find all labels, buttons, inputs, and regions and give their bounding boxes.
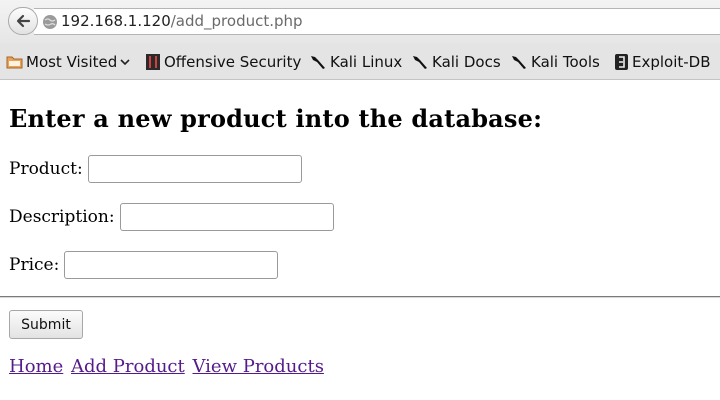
bookmark-offensive-security[interactable]: Offensive Security <box>145 52 301 72</box>
url-text: 192.168.1.120/add_product.php <box>61 12 303 30</box>
home-link[interactable]: Home <box>9 356 63 377</box>
url-host: 192.168.1.120 <box>61 12 171 30</box>
exploit-db-icon <box>615 54 628 70</box>
add-product-link[interactable]: Add Product <box>71 356 185 377</box>
bookmark-label: Kali Tools <box>531 53 600 71</box>
kali-dragon-icon <box>311 56 325 69</box>
back-button[interactable] <box>8 7 38 35</box>
url-bar[interactable]: 192.168.1.120/add_product.php <box>34 8 720 35</box>
bookmark-label: Offensive Security <box>164 53 302 71</box>
bookmark-kali-docs[interactable]: Kali Docs <box>411 52 501 72</box>
offsec-icon <box>146 54 160 70</box>
globe-icon <box>43 15 57 29</box>
product-row: Product: <box>9 155 302 183</box>
bookmark-label: Kali Linux <box>330 53 403 71</box>
bookmark-kali-linux[interactable]: Kali Linux <box>309 52 402 72</box>
folder-icon <box>6 56 23 69</box>
page-title: Enter a new product into the database: <box>9 104 543 133</box>
chevron-down-icon <box>120 59 130 66</box>
bookmark-kali-tools[interactable]: Kali Tools <box>510 52 600 72</box>
kali-dragon-icon <box>512 56 526 69</box>
bookmark-label: Most Visited <box>26 53 118 71</box>
description-label: Description: <box>9 207 115 227</box>
bookmark-exploit-db[interactable]: Exploit-DB <box>614 52 711 72</box>
bookmark-label: Kali Docs <box>432 53 501 71</box>
bookmarks-toolbar: Most Visited Offensive Security Kali Lin… <box>0 44 720 80</box>
description-input[interactable] <box>119 203 334 231</box>
product-label: Product: <box>9 159 83 179</box>
bookmark-label: Exploit-DB <box>632 53 711 71</box>
price-label: Price: <box>9 255 60 275</box>
product-input[interactable] <box>87 155 302 183</box>
price-input[interactable] <box>64 251 279 279</box>
submit-button[interactable]: Submit <box>9 310 83 339</box>
divider <box>0 296 720 298</box>
url-path: /add_product.php <box>170 12 303 30</box>
description-row: Description: <box>9 203 334 231</box>
kali-dragon-icon <box>413 56 427 69</box>
footer-nav: Home Add Product View Products <box>9 356 326 377</box>
price-row: Price: <box>9 251 279 279</box>
bookmark-most-visited[interactable]: Most Visited <box>6 52 133 72</box>
view-products-link[interactable]: View Products <box>192 356 323 377</box>
navigation-toolbar: 192.168.1.120/add_product.php <box>0 0 720 44</box>
back-arrow-icon <box>16 14 31 28</box>
